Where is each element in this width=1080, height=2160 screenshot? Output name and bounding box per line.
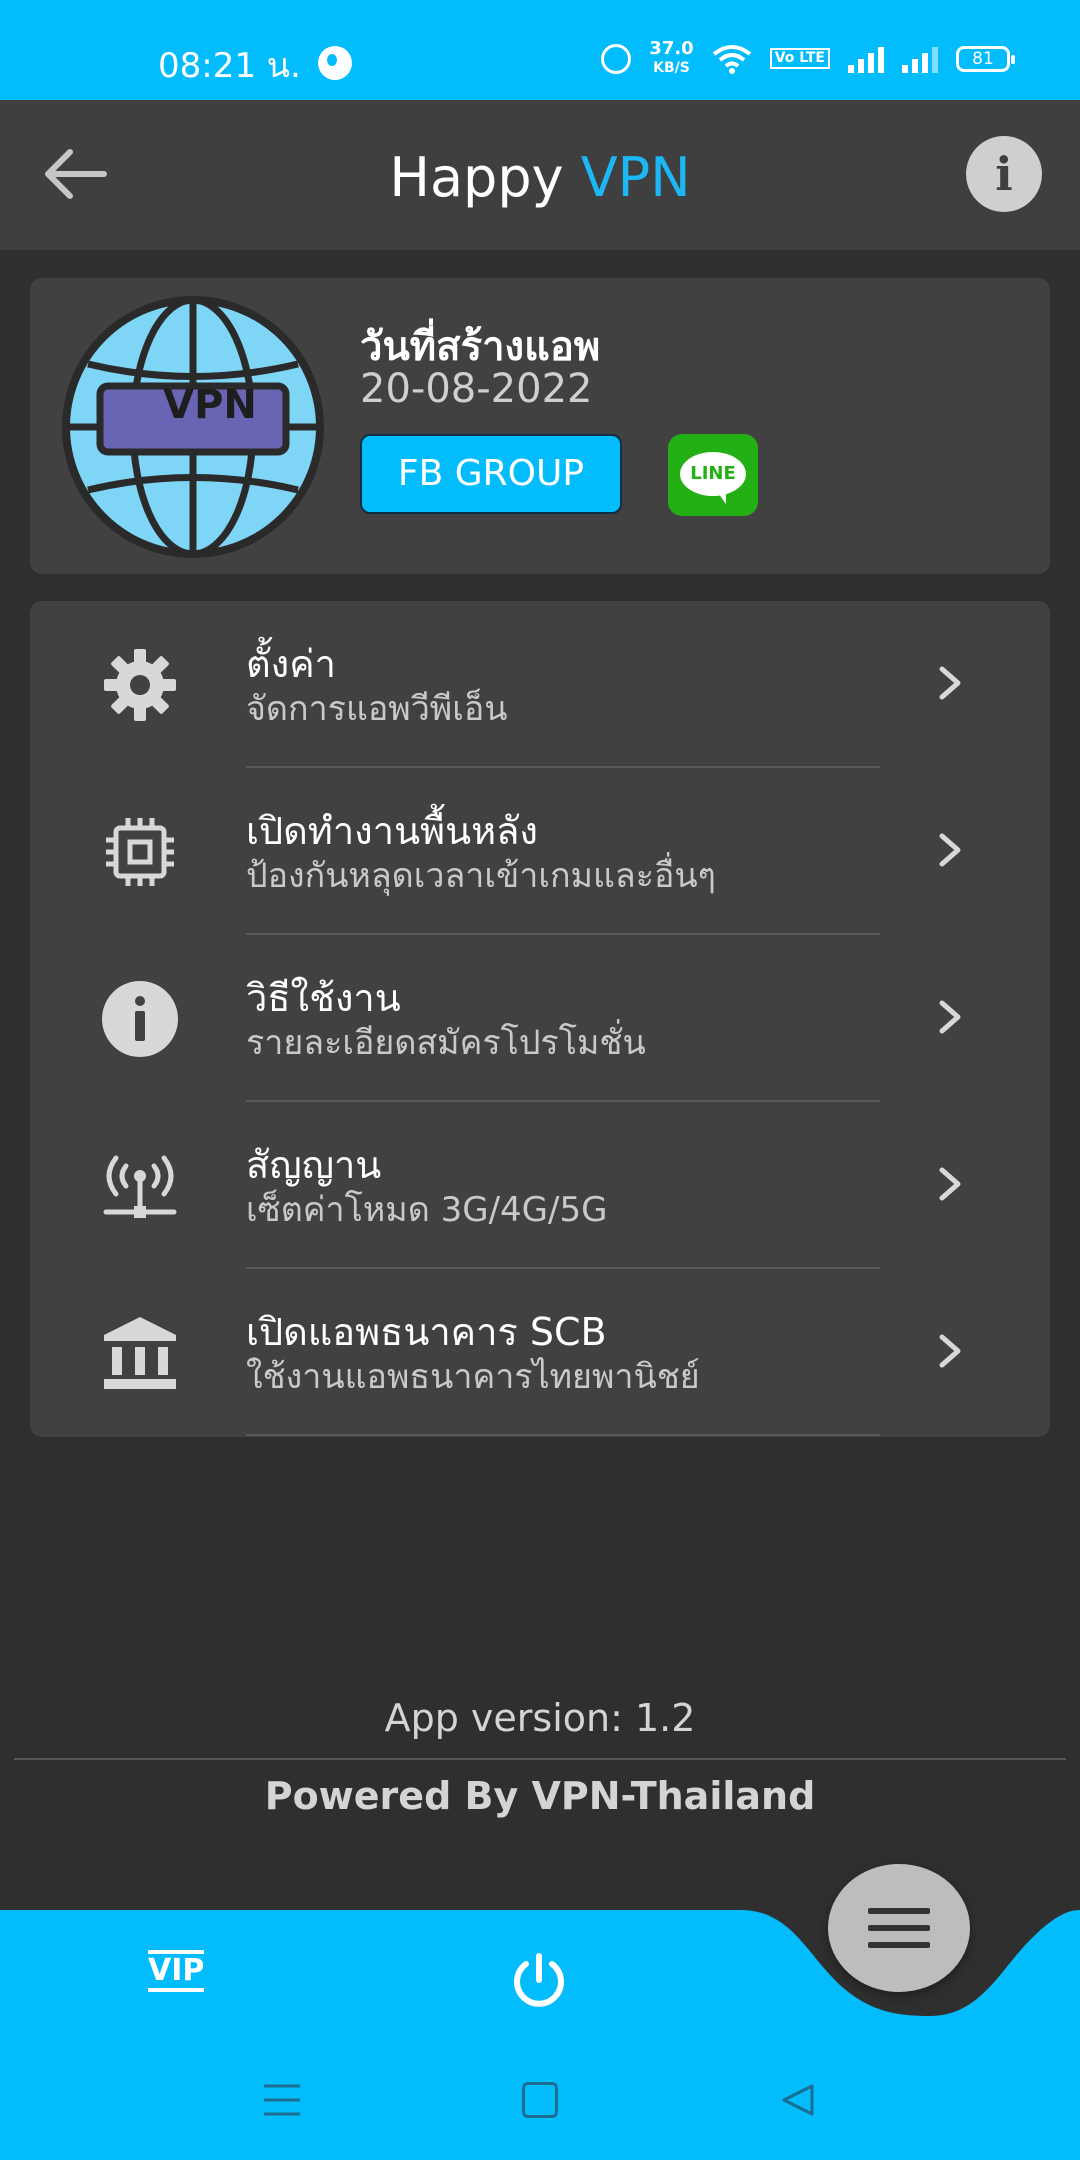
menu-subtitle: จัดการแอพวีพีเอ็น xyxy=(246,689,508,729)
signal-icon-sim2 xyxy=(902,45,938,73)
created-date: 20-08-2022 xyxy=(360,366,593,412)
line-button[interactable]: LINE xyxy=(668,434,758,516)
chip-icon xyxy=(106,818,174,886)
title-part2: VPN xyxy=(580,146,691,209)
menu-item-how-to[interactable]: วิธีใช้งาน รายละเอียดสมัครโปรโมชั่น xyxy=(30,935,1050,1102)
fb-group-button[interactable]: FB GROUP xyxy=(360,434,622,514)
info-icon: i xyxy=(995,147,1013,201)
title-part1: Happy xyxy=(389,146,564,209)
line-icon: LINE xyxy=(680,452,746,496)
menu-fab-button[interactable] xyxy=(828,1864,970,1992)
menu-item-background[interactable]: เปิดทำงานพื้นหลัง ป้องกันหลุดเวลาเข้าเกม… xyxy=(30,768,1050,935)
app-info-card: VPN วันที่สร้างแอพ 20-08-2022 FB GROUP L… xyxy=(30,278,1050,574)
vip-button[interactable]: VIP xyxy=(148,1950,212,2000)
app-version: App version: 1.2 xyxy=(384,1696,696,1740)
powered-by: Powered By VPN-Thailand xyxy=(264,1774,816,1818)
gear-icon xyxy=(104,649,176,721)
chevron-right-icon xyxy=(939,1167,961,1201)
menu-subtitle: ป้องกันหลุดเวลาเข้าเกมและอื่นๆ xyxy=(246,856,716,896)
signal-icon-sim1 xyxy=(848,45,884,73)
app-bar: Happy VPN i xyxy=(0,100,1080,250)
volte-icon: Vo LTE xyxy=(769,48,830,69)
chevron-right-icon xyxy=(939,833,961,867)
menu-item-scb[interactable]: เปิดแอพธนาคาร SCB ใช้งานแอพธนาคารไทยพานิ… xyxy=(30,1269,1050,1436)
chevron-right-icon xyxy=(939,1334,961,1368)
signal-tower-icon xyxy=(103,1155,177,1218)
alarm-icon xyxy=(601,43,632,74)
page-title: Happy VPN xyxy=(0,146,1080,209)
system-home-icon[interactable] xyxy=(522,2082,558,2118)
vpn-logo-text: VPN xyxy=(163,382,257,428)
status-bar: 08:21 น. 37.0 KB/S Vo LTE 81 xyxy=(0,0,1080,100)
system-back-icon[interactable] xyxy=(780,2082,816,2118)
footer-divider xyxy=(14,1758,1066,1760)
bank-icon xyxy=(104,1317,176,1389)
vip-label: VIP xyxy=(148,1950,204,1992)
power-icon[interactable] xyxy=(508,1950,570,2012)
info-icon xyxy=(102,981,178,1057)
battery-icon: 81 xyxy=(956,45,1015,72)
menu-subtitle: ใช้งานแอพธนาคารไทยพานิชย์ xyxy=(246,1357,700,1397)
menu-item-signal[interactable]: สัญญาน เซ็ตค่าโหมด 3G/4G/5G xyxy=(30,1102,1050,1269)
system-recents-icon[interactable] xyxy=(262,2082,302,2118)
notification-icon xyxy=(318,46,352,80)
menu-card: ตั้งค่า จัดการแอพวีพีเอ็น เปิดทำงานพื้นห… xyxy=(30,601,1050,1437)
wifi-icon xyxy=(712,44,751,74)
network-speed: 37.0 KB/S xyxy=(649,40,693,77)
network-speed-unit: KB/S xyxy=(653,60,690,76)
menu-subtitle: เซ็ตค่าโหมด 3G/4G/5G xyxy=(246,1190,608,1230)
menu-subtitle: รายละเอียดสมัครโปรโมชั่น xyxy=(246,1023,646,1063)
chevron-right-icon xyxy=(939,666,961,700)
chevron-right-icon xyxy=(939,1000,961,1034)
divider xyxy=(246,1434,880,1436)
status-icons: 37.0 KB/S Vo LTE 81 xyxy=(601,40,1015,77)
info-button[interactable]: i xyxy=(966,136,1042,212)
status-time: 08:21 น. xyxy=(158,46,301,86)
menu-item-settings[interactable]: ตั้งค่า จัดการแอพวีพีเอ็น xyxy=(30,601,1050,768)
network-speed-value: 37.0 xyxy=(649,38,694,59)
